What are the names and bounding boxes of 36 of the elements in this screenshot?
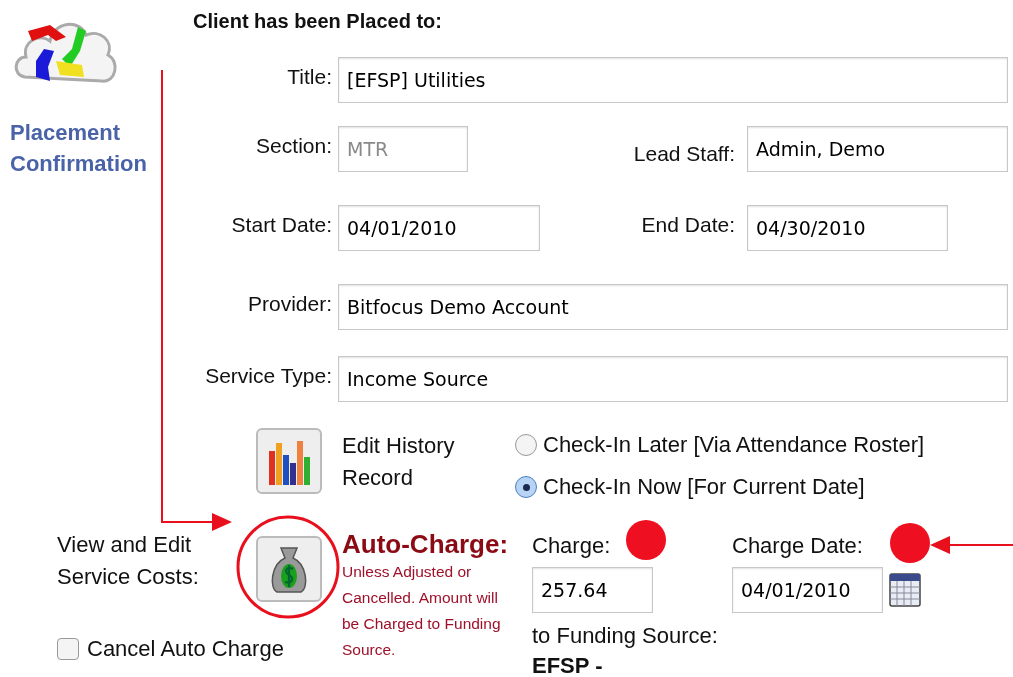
lead-staff-field[interactable]: Admin, Demo — [747, 126, 1008, 172]
checkbox-label[interactable]: Cancel Auto Charge — [87, 635, 284, 663]
funding-source-label: to Funding Source: — [532, 622, 719, 650]
marker-dot — [890, 523, 930, 563]
service-costs-label: View and Edit Service Costs: — [57, 531, 200, 591]
end-date-field[interactable]: 04/30/2010 — [747, 205, 948, 251]
radio-button[interactable] — [515, 476, 537, 498]
charge-field[interactable]: 257.64 — [532, 567, 653, 613]
charge-date-field[interactable]: 04/01/2010 — [732, 567, 883, 613]
auto-charge-title: Auto-Charge: — [342, 529, 510, 559]
field-label: Provider: — [246, 291, 333, 317]
title-field[interactable]: [EFSP] Utilities — [338, 57, 1008, 103]
field-label: Lead Staff: — [632, 141, 736, 167]
charge-date-label: Charge Date: — [732, 532, 863, 560]
history-button[interactable] — [256, 428, 322, 494]
page-title: Placement Confirmation — [10, 119, 148, 178]
history-label: Edit History Record — [342, 432, 456, 492]
marker-dot — [626, 520, 666, 560]
section-heading: Client has been Placed to: — [193, 9, 443, 34]
field-label: Title: — [286, 64, 333, 90]
field-label: Service Type: — [204, 363, 333, 389]
radio-button[interactable] — [515, 434, 537, 456]
field-label: Section: — [255, 133, 333, 159]
service-costs-button[interactable] — [256, 536, 322, 602]
radio-option[interactable]: Check-In Later [Via Attendance Roster] — [515, 431, 925, 459]
funding-source-value: EFSP - — [532, 652, 604, 677]
field-label: End Date: — [640, 212, 736, 238]
charge-label: Charge: — [532, 532, 611, 560]
calendar-icon[interactable] — [889, 573, 921, 607]
provider-field[interactable]: Bitfocus Demo Account — [338, 284, 1008, 330]
radio-option[interactable]: Check-In Now [For Current Date] — [515, 473, 925, 501]
start-date-field[interactable]: 04/01/2010 — [338, 205, 540, 251]
checkbox[interactable] — [57, 638, 79, 660]
field-label: Start Date: — [230, 212, 333, 238]
auto-charge-note: Unless Adjusted or Cancelled. Amount will be Charged to Funding Source. — [342, 562, 502, 660]
service-type-field[interactable]: Income Source — [338, 356, 1008, 402]
